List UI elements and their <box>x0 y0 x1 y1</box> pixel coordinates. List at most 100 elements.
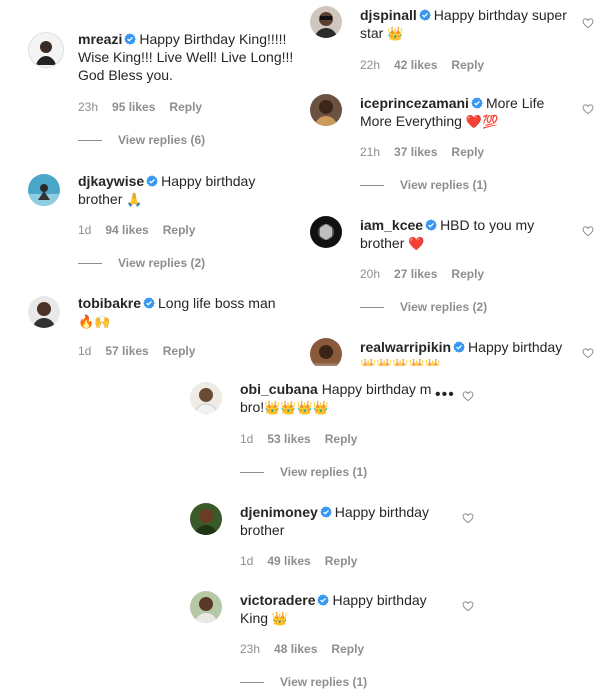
view-replies-label: View replies (2) <box>118 256 206 270</box>
reply-button[interactable]: Reply <box>163 344 196 358</box>
username[interactable]: realwarripikin <box>360 339 451 355</box>
avatar[interactable] <box>190 503 222 535</box>
avatar[interactable] <box>310 216 342 248</box>
likes-count[interactable]: 27 likes <box>394 267 437 281</box>
likes-count[interactable]: 37 likes <box>394 145 437 159</box>
view-replies-label: View replies (1) <box>280 675 368 689</box>
heart-icon[interactable] <box>462 600 474 612</box>
verified-badge-icon <box>471 97 483 109</box>
comment-tobibakre: tobibakre Long life boss man 🔥🙌 1d 57 like… <box>28 294 298 364</box>
reply-button[interactable]: Reply <box>451 58 484 72</box>
view-replies-button[interactable]: View replies (1) <box>240 465 367 479</box>
reply-button[interactable]: Reply <box>325 432 358 446</box>
crown-emoji: 👑 <box>271 611 289 626</box>
verified-badge-icon <box>146 175 158 187</box>
comment-body: djspinall Happy birthday super star 👑 <box>360 6 575 43</box>
comment-body: tobibakre Long life boss man 🔥🙌 <box>78 294 293 331</box>
comment-body: victoradere Happy birthday King 👑 <box>240 591 450 628</box>
divider <box>240 682 264 684</box>
comment-body: mreazi Happy Birthday King!!!!! Wise King… <box>78 30 298 84</box>
timestamp: 22h <box>360 58 381 72</box>
reply-button[interactable]: Reply <box>451 145 484 159</box>
likes-count[interactable]: 49 likes <box>267 554 310 568</box>
comment-body: obi_cubana Happy birthday m bro!👑👑👑👑 <box>240 380 440 417</box>
comment-body: djkaywise Happy birthday brother 🙏 <box>78 172 288 209</box>
verified-badge-icon <box>425 219 437 231</box>
likes-count[interactable]: 48 likes <box>274 642 317 656</box>
heart-emoji: ❤️ <box>408 236 425 251</box>
comment-meta: 1d 53 likes Reply <box>240 432 371 446</box>
comment-mreazi: mreazi Happy Birthday King!!!!! Wise King… <box>28 30 298 150</box>
username[interactable]: mreazi <box>78 31 122 47</box>
heart-icon[interactable] <box>462 512 474 524</box>
heart-icon[interactable] <box>582 17 594 29</box>
view-replies-button[interactable]: View replies (1) <box>360 178 487 192</box>
likes-count[interactable]: 53 likes <box>267 432 310 446</box>
divider <box>78 140 102 142</box>
heart-icon[interactable] <box>582 225 594 237</box>
avatar[interactable] <box>28 174 60 206</box>
likes-count[interactable]: 95 likes <box>112 100 155 114</box>
comment-iceprincezamani: iceprincezamani More Life More Everything… <box>310 94 600 194</box>
crown-emoji: 👑👑👑👑 <box>264 400 329 415</box>
timestamp: 23h <box>240 642 261 656</box>
username[interactable]: iam_kcee <box>360 217 423 233</box>
comment-iam_kcee: iam_kcee HBD to you my brother ❤️ 20h 27 l… <box>310 216 600 316</box>
comment-meta: 21h 37 likes Reply <box>360 145 498 159</box>
comment-body: iceprincezamani More Life More Everything… <box>360 94 560 131</box>
reply-button[interactable]: Reply <box>325 554 358 568</box>
likes-count[interactable]: 42 likes <box>394 58 437 72</box>
reply-button[interactable]: Reply <box>331 642 364 656</box>
comment-text: Long life boss man <box>158 295 276 311</box>
view-replies-button[interactable]: View replies (1) <box>240 675 367 689</box>
comment-djkaywise: djkaywise Happy birthday brother 🙏 1d 94 l… <box>28 172 298 272</box>
username[interactable]: djkaywise <box>78 173 144 189</box>
likes-count[interactable]: 57 likes <box>105 344 148 358</box>
avatar[interactable] <box>28 296 60 328</box>
crown-emoji: 👑 <box>387 26 404 41</box>
view-replies-button[interactable]: View replies (2) <box>360 300 487 314</box>
fire-emoji: 🔥🙌 <box>78 314 111 329</box>
avatar[interactable] <box>310 6 342 38</box>
reply-button[interactable]: Reply <box>163 223 196 237</box>
avatar[interactable] <box>190 382 222 414</box>
view-replies-button[interactable]: View replies (6) <box>78 133 205 147</box>
more-options-icon[interactable]: ••• <box>435 386 455 404</box>
timestamp: 1d <box>78 223 92 237</box>
verified-badge-icon <box>419 9 431 21</box>
verified-badge-icon <box>143 297 155 309</box>
timestamp: 21h <box>360 145 381 159</box>
verified-badge-icon <box>453 341 465 353</box>
reply-button[interactable]: Reply <box>451 267 484 281</box>
timestamp: 1d <box>240 432 254 446</box>
comment-body: iam_kcee HBD to you my brother ❤️ <box>360 216 560 253</box>
avatar[interactable] <box>190 591 222 623</box>
comment-djenimoney: djenimoney Happy birthday brother 1d 49 li… <box>190 503 490 573</box>
heart-icon[interactable] <box>582 347 594 359</box>
view-replies-button[interactable]: View replies (2) <box>78 256 205 270</box>
avatar[interactable] <box>310 94 342 126</box>
timestamp: 1d <box>240 554 254 568</box>
comment-djspinall: djspinall Happy birthday super star 👑 22h… <box>310 6 600 76</box>
username[interactable]: victoradere <box>240 592 315 608</box>
username[interactable]: djspinall <box>360 7 417 23</box>
username[interactable]: djenimoney <box>240 504 318 520</box>
username[interactable]: obi_cubana <box>240 381 318 397</box>
heart-icon[interactable] <box>582 103 594 115</box>
likes-count[interactable]: 94 likes <box>105 223 148 237</box>
comment-body: djenimoney Happy birthday brother <box>240 503 450 539</box>
pray-emoji: 🙏 <box>126 192 143 207</box>
comment-victoradere: victoradere Happy birthday King 👑 23h 48 l… <box>190 591 490 691</box>
view-replies-label: View replies (1) <box>400 178 488 192</box>
divider <box>78 263 102 265</box>
comment-meta: 1d 57 likes Reply <box>78 344 209 358</box>
username[interactable]: iceprincezamani <box>360 95 469 111</box>
heart-icon[interactable] <box>462 390 474 402</box>
divider <box>360 307 384 309</box>
view-replies-label: View replies (6) <box>118 133 206 147</box>
comment-meta: 20h 27 likes Reply <box>360 267 498 281</box>
username[interactable]: tobibakre <box>78 295 141 311</box>
comment-meta: 1d 94 likes Reply <box>78 223 209 237</box>
reply-button[interactable]: Reply <box>169 100 202 114</box>
avatar[interactable] <box>28 32 64 68</box>
